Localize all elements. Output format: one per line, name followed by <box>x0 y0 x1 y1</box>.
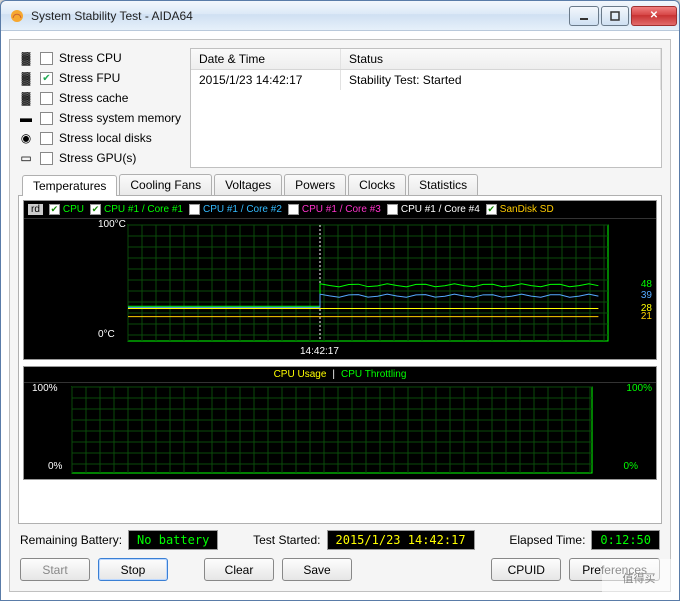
temperature-chart: rd CPU CPU #1 / Core #1 CPU #1 / Core #2… <box>23 200 657 360</box>
app-window: System Stability Test - AIDA64 ✕ ▓ Stres… <box>0 0 680 601</box>
window-title: System Stability Test - AIDA64 <box>31 9 567 23</box>
stress-options: ▓ Stress CPU▓ Stress FPU▓ Stress cache▬ … <box>18 48 182 168</box>
stress-checkbox[interactable] <box>40 72 53 85</box>
started-label: Test Started: <box>253 533 320 547</box>
tabs: TemperaturesCooling FansVoltagesPowersCl… <box>22 174 662 195</box>
log-datetime: 2015/1/23 14:42:17 <box>191 70 341 90</box>
stress-checkbox[interactable] <box>40 152 53 165</box>
stress-label: Stress FPU <box>59 71 120 85</box>
save-button[interactable]: Save <box>282 558 352 581</box>
clear-button[interactable]: Clear <box>204 558 274 581</box>
hardware-icon: ▓ <box>18 70 34 86</box>
stress-item[interactable]: ◉ Stress local disks <box>18 128 182 148</box>
legend-checkbox[interactable] <box>288 204 299 215</box>
series-end-label: 48 <box>641 279 652 290</box>
legend-separator: | <box>332 369 335 380</box>
elapsed-label: Elapsed Time: <box>509 533 585 547</box>
stress-item[interactable]: ▬ Stress system memory <box>18 108 182 128</box>
legend-item[interactable]: CPU <box>49 204 84 215</box>
battery-value: No battery <box>128 530 218 550</box>
tab-temperatures[interactable]: Temperatures <box>22 175 117 196</box>
preferences-button[interactable]: Preferences <box>569 558 660 581</box>
hardware-icon: ▭ <box>18 150 34 166</box>
started-value: 2015/1/23 14:42:17 <box>327 530 475 550</box>
cpuid-button[interactable]: CPUID <box>491 558 561 581</box>
legend-label: CPU #1 / Core #4 <box>401 204 480 215</box>
series-end-label: 39 <box>641 290 652 301</box>
legend-item[interactable]: CPU #1 / Core #1 <box>90 204 183 215</box>
legend-cpu-usage: CPU Usage <box>274 369 327 380</box>
legend-item[interactable]: CPU #1 / Core #3 <box>288 204 381 215</box>
log-status: Stability Test: Started <box>341 70 661 90</box>
hardware-icon: ◉ <box>18 130 34 146</box>
legend-label: CPU #1 / Core #3 <box>302 204 381 215</box>
legend-label: CPU #1 / Core #2 <box>203 204 282 215</box>
legend-label: CPU <box>63 204 84 215</box>
tab-statistics[interactable]: Statistics <box>408 174 478 195</box>
stress-item[interactable]: ▓ Stress cache <box>18 88 182 108</box>
series-end-label: 21 <box>641 311 652 322</box>
hardware-icon: ▓ <box>18 50 34 66</box>
start-button[interactable]: Start <box>20 558 90 581</box>
stress-checkbox[interactable] <box>40 112 53 125</box>
temperature-legend: rd CPU CPU #1 / Core #1 CPU #1 / Core #2… <box>24 201 656 219</box>
status-row: Remaining Battery: No battery Test Start… <box>18 524 662 556</box>
stress-label: Stress local disks <box>59 131 152 145</box>
stress-item[interactable]: ▭ Stress GPU(s) <box>18 148 182 168</box>
stress-checkbox[interactable] <box>40 92 53 105</box>
tab-powers[interactable]: Powers <box>284 174 346 195</box>
battery-label: Remaining Battery: <box>20 533 122 547</box>
log-header: Date & Time Status <box>191 49 661 70</box>
log-row[interactable]: 2015/1/23 14:42:17 Stability Test: Start… <box>191 70 661 90</box>
legend-label: SanDisk SD <box>500 204 554 215</box>
legend-checkbox[interactable] <box>49 204 60 215</box>
y-right-top: 100% <box>626 383 652 394</box>
legend-label: CPU #1 / Core #1 <box>104 204 183 215</box>
stress-label: Stress system memory <box>59 111 181 125</box>
hardware-icon: ▬ <box>18 110 34 126</box>
legend-checkbox[interactable] <box>387 204 398 215</box>
maximize-button[interactable] <box>601 6 629 26</box>
minimize-button[interactable] <box>569 6 599 26</box>
legend-item[interactable]: SanDisk SD <box>486 204 554 215</box>
col-status[interactable]: Status <box>341 49 661 69</box>
usage-legend: CPU Usage | CPU Throttling <box>24 367 656 383</box>
y-right-bot: 0% <box>624 461 638 472</box>
tab-voltages[interactable]: Voltages <box>214 174 282 195</box>
legend-item[interactable]: CPU #1 / Core #2 <box>189 204 282 215</box>
close-button[interactable]: ✕ <box>631 6 677 26</box>
y-left-bot: 0% <box>48 461 62 472</box>
stress-checkbox[interactable] <box>40 132 53 145</box>
button-row: Start Stop Clear Save CPUID Preferences <box>18 556 662 583</box>
stress-item[interactable]: ▓ Stress CPU <box>18 48 182 68</box>
legend-item[interactable]: CPU #1 / Core #4 <box>387 204 480 215</box>
event-log[interactable]: Date & Time Status 2015/1/23 14:42:17 St… <box>190 48 662 168</box>
elapsed-value: 0:12:50 <box>591 530 660 550</box>
col-datetime[interactable]: Date & Time <box>191 49 341 69</box>
legend-checkbox[interactable] <box>189 204 200 215</box>
tab-panel: rd CPU CPU #1 / Core #1 CPU #1 / Core #2… <box>18 195 662 524</box>
titlebar[interactable]: System Stability Test - AIDA64 ✕ <box>1 1 679 31</box>
usage-chart: CPU Usage | CPU Throttling 100% 0% 100% … <box>23 366 657 480</box>
hardware-icon: ▓ <box>18 90 34 106</box>
tab-cooling-fans[interactable]: Cooling Fans <box>119 174 212 195</box>
stress-label: Stress cache <box>59 91 128 105</box>
legend-cpu-throttling: CPU Throttling <box>341 369 406 380</box>
stop-button[interactable]: Stop <box>98 558 168 581</box>
app-icon <box>9 8 25 24</box>
stress-item[interactable]: ▓ Stress FPU <box>18 68 182 88</box>
legend-head: rd <box>28 204 43 215</box>
stress-label: Stress GPU(s) <box>59 151 136 165</box>
client-area: ▓ Stress CPU▓ Stress FPU▓ Stress cache▬ … <box>9 39 671 592</box>
y-left-top: 100% <box>32 383 58 394</box>
stress-checkbox[interactable] <box>40 52 53 65</box>
tab-clocks[interactable]: Clocks <box>348 174 406 195</box>
legend-checkbox[interactable] <box>90 204 101 215</box>
stress-label: Stress CPU <box>59 51 122 65</box>
legend-checkbox[interactable] <box>486 204 497 215</box>
